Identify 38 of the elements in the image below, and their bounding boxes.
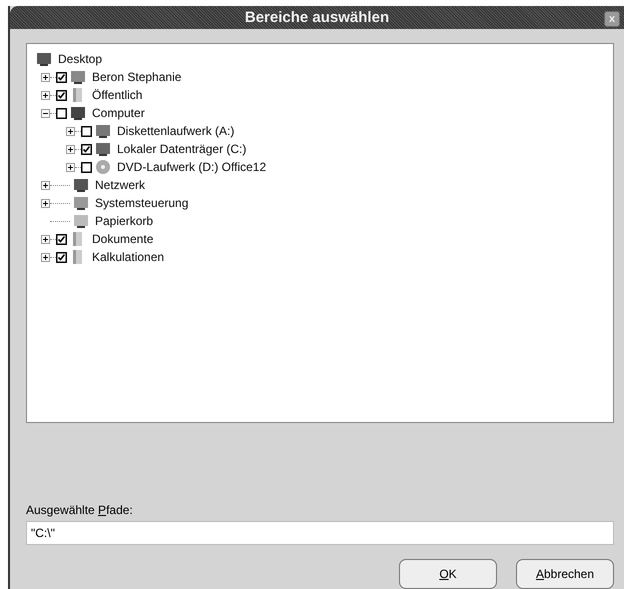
- tree-item[interactable]: Systemsteuerung: [95, 196, 188, 210]
- window-title: Bereiche auswählen: [244, 9, 390, 26]
- monitor-icon: [35, 51, 53, 67]
- tree-item[interactable]: Desktop: [58, 52, 102, 66]
- checkbox[interactable]: [56, 90, 67, 100]
- checkbox[interactable]: [81, 126, 92, 136]
- tree-item[interactable]: Papierkorb: [95, 214, 154, 228]
- expander-icon[interactable]: [41, 90, 50, 100]
- tree-item[interactable]: Beron Stephanie: [92, 70, 182, 84]
- checkbox[interactable]: [56, 108, 67, 118]
- expander-icon[interactable]: [41, 108, 50, 118]
- expander-icon[interactable]: [66, 144, 75, 154]
- expander-icon[interactable]: [66, 162, 75, 172]
- expander-icon[interactable]: [41, 234, 50, 244]
- checkbox[interactable]: [56, 252, 67, 262]
- tree-item[interactable]: Dokumente: [92, 232, 154, 246]
- checkbox[interactable]: [56, 72, 67, 82]
- tree-item[interactable]: Diskettenlaufwerk (A:): [117, 124, 234, 138]
- path-field[interactable]: "C:\": [26, 521, 614, 545]
- tree-item[interactable]: Kalkulationen: [92, 250, 164, 264]
- tree-item[interactable]: Netzwerk: [95, 178, 146, 192]
- dialog-button[interactable]: Abbrechen: [516, 559, 614, 589]
- expander-icon[interactable]: [66, 126, 75, 136]
- tree-item[interactable]: DVD-Laufwerk (D:) Office12: [117, 160, 266, 174]
- tree-item[interactable]: Lokaler Datenträger (C:): [117, 142, 246, 156]
- field-label: Ausgewählte Pfade:: [26, 503, 134, 517]
- expander-icon[interactable]: [41, 180, 50, 190]
- tree-item[interactable]: Öffentlich: [92, 88, 142, 102]
- checkbox[interactable]: [81, 162, 92, 172]
- expander-icon[interactable]: [41, 72, 50, 82]
- computer-icon: [69, 105, 87, 121]
- checkbox[interactable]: [81, 144, 92, 154]
- expander-icon[interactable]: [41, 252, 50, 262]
- disc-icon: [94, 159, 112, 175]
- expander-icon[interactable]: [41, 198, 50, 208]
- tree-item[interactable]: Computer: [92, 106, 145, 120]
- dialog-button[interactable]: OK: [399, 559, 497, 589]
- checkbox[interactable]: [56, 234, 67, 244]
